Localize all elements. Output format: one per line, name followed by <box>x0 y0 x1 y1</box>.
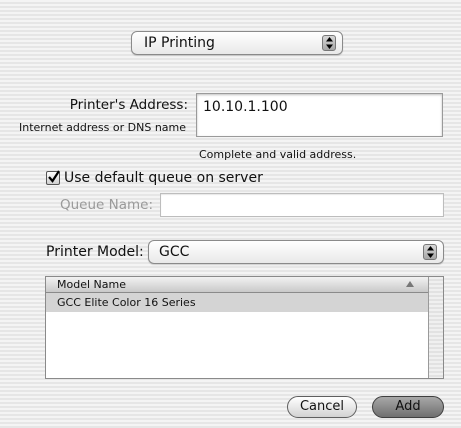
model-list[interactable]: Model Name GCC Elite Color 16 Series <box>45 276 444 379</box>
add-button-label: Add <box>395 399 421 414</box>
cancel-button[interactable]: Cancel <box>287 396 357 418</box>
printer-model-label: Printer Model: <box>46 244 144 260</box>
protocol-popup-value: IP Printing <box>144 35 215 51</box>
printer-model-popup-value: GCC <box>159 244 190 260</box>
default-queue-label[interactable]: Use default queue on server <box>64 170 263 186</box>
protocol-popup[interactable]: IP Printing <box>131 31 343 55</box>
queue-name-field[interactable] <box>160 193 444 217</box>
printer-model-popup[interactable]: GCC <box>148 240 444 264</box>
printer-address-value: 10.10.1.100 <box>203 99 288 115</box>
printer-address-label: Printer's Address: <box>69 97 188 113</box>
checkmark-icon <box>48 170 60 183</box>
list-scrollbar[interactable] <box>428 277 443 378</box>
queue-name-label: Queue Name: <box>60 197 154 213</box>
popup-arrows-icon <box>423 244 437 260</box>
add-button[interactable]: Add <box>372 396 444 418</box>
popup-arrows-icon <box>322 35 336 51</box>
table-row[interactable]: GCC Elite Color 16 Series <box>46 293 428 312</box>
sort-ascending-icon <box>406 281 414 287</box>
default-queue-checkbox[interactable] <box>46 170 60 185</box>
column-header-label: Model Name <box>57 278 126 291</box>
model-name-column-header[interactable]: Model Name <box>46 277 428 293</box>
printer-address-field[interactable]: 10.10.1.100 <box>196 93 443 137</box>
cancel-button-label: Cancel <box>299 399 345 414</box>
printer-address-sublabel: Internet address or DNS name <box>19 121 187 134</box>
address-status-text: Complete and valid address. <box>199 148 357 161</box>
table-row-model-name: GCC Elite Color 16 Series <box>57 296 196 309</box>
